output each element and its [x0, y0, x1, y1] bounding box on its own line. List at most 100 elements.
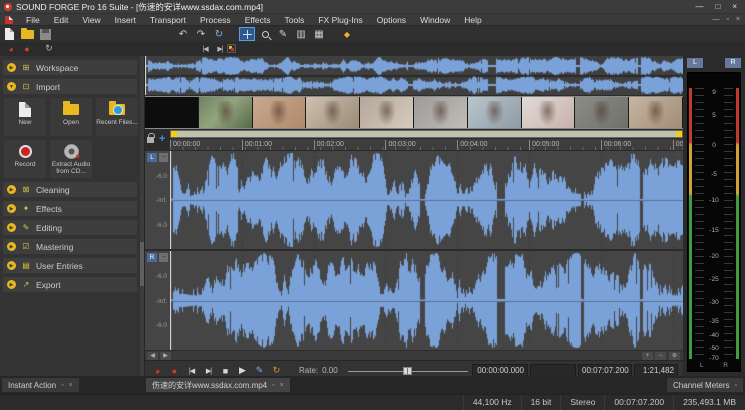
document-tab[interactable]: 伤速的安详www.ssdax.com.mp4 ▫ × — [146, 378, 290, 392]
video-thumbnail[interactable] — [629, 97, 683, 128]
magnify-tool-button[interactable] — [257, 27, 273, 41]
menu-item[interactable]: Transport — [143, 14, 193, 26]
doc-close-button[interactable]: × — [736, 14, 740, 25]
expand-arrow-icon[interactable]: ▶ — [7, 242, 16, 251]
video-thumbnail[interactable] — [468, 97, 522, 128]
video-thumbnail[interactable] — [253, 97, 307, 128]
left-channel: L – -6.0 -Inf. -6.0 — [145, 151, 683, 249]
status-item: Stereo — [560, 395, 604, 410]
record-action-tile[interactable]: Record — [4, 140, 46, 178]
menu-item[interactable]: Options — [370, 14, 413, 26]
repeat-button[interactable]: ↻ — [211, 27, 227, 41]
timeline-ruler[interactable]: 00:00:0000:01:0000:02:0000:03:0000:04:00… — [170, 139, 683, 151]
video-thumbnail[interactable] — [360, 97, 414, 128]
sidebar-section-editing[interactable]: ▶ ✎ Editing — [3, 220, 137, 235]
mixer-grid-icon[interactable] — [227, 44, 236, 53]
go-to-start-icon[interactable]: |◀ — [198, 42, 212, 55]
sidebar-section-export[interactable]: ▶ ↗ Export — [3, 277, 137, 292]
float-window-icon[interactable]: ▫ — [61, 382, 63, 389]
menu-item[interactable]: Process — [193, 14, 238, 26]
menu-item[interactable]: Edit — [47, 14, 76, 26]
scroll-left-button[interactable]: ◀ — [147, 352, 158, 360]
collapse-arrow-icon[interactable]: ▼ — [7, 82, 16, 91]
video-thumbnail[interactable] — [306, 97, 360, 128]
menu-item[interactable]: Help — [457, 14, 488, 26]
menu-item[interactable]: Window — [413, 14, 457, 26]
meter-bottom-label-right: R — [723, 362, 728, 369]
zoom-selection-button[interactable]: ⊕ — [669, 352, 680, 360]
undo-button[interactable]: ↶ — [175, 27, 191, 41]
meter-left-button[interactable]: L — [687, 58, 703, 68]
float-window-icon[interactable]: ▫ — [735, 382, 737, 389]
zoom-in-button[interactable]: + — [642, 352, 653, 360]
navigate-tool-button[interactable] — [239, 27, 255, 41]
sidebar-scrollbar[interactable] — [140, 56, 144, 376]
open-action-tile[interactable]: Open — [50, 98, 92, 136]
sidebar-section-mastering[interactable]: ▶ ☑ Mastering — [3, 239, 137, 254]
save-file-button[interactable] — [37, 27, 53, 41]
restore-button[interactable]: □ — [715, 0, 720, 13]
expand-arrow-icon[interactable]: ▶ — [7, 280, 16, 289]
left-channel-button[interactable]: L — [147, 153, 157, 162]
menu-item[interactable]: FX Plug-Ins — [311, 14, 369, 26]
sidebar-section-effects[interactable]: ▶ ✦ Effects — [3, 201, 137, 216]
rate-slider-handle[interactable] — [403, 367, 412, 375]
extract-audio-tile[interactable]: Extract Audio from CD... — [50, 140, 92, 178]
expand-arrow-icon[interactable]: ▶ — [7, 223, 16, 232]
sidebar-section-workspace[interactable]: ▶ ⊞ Workspace — [3, 60, 137, 75]
menu-item[interactable]: Insert — [108, 14, 143, 26]
minimize-button[interactable]: — — [695, 0, 703, 13]
close-button[interactable]: × — [732, 0, 737, 13]
video-thumbnail[interactable] — [414, 97, 468, 128]
lock-icon[interactable] — [147, 137, 154, 143]
recent-files-tile[interactable]: Recent Files... — [96, 98, 138, 136]
scroll-right-button[interactable]: ▶ — [160, 352, 171, 360]
menu-item[interactable]: Effects — [238, 14, 278, 26]
channel-minimize-button[interactable]: – — [159, 153, 168, 162]
video-thumbnail[interactable] — [145, 97, 199, 128]
cd-extract-icon — [64, 144, 79, 159]
expand-arrow-icon[interactable]: ▶ — [7, 204, 16, 213]
doc-minimize-button[interactable]: — — [712, 14, 719, 25]
video-thumbnail[interactable] — [522, 97, 576, 128]
mixer-tool-button[interactable]: ▥ — [293, 27, 309, 41]
focus-cross-icon[interactable]: + — [159, 133, 165, 145]
expand-arrow-icon[interactable]: ▶ — [7, 261, 16, 270]
channel-meters-tab[interactable]: Channel Meters ▫ — [667, 378, 743, 392]
sidebar-section-user-entries[interactable]: ▶ ▤ User Entries — [3, 258, 137, 273]
expand-arrow-icon[interactable]: ▶ — [7, 185, 16, 194]
video-thumbnail[interactable] — [575, 97, 629, 128]
waveform-overview-canvas[interactable] — [145, 56, 683, 95]
meter-right-button[interactable]: R — [725, 58, 741, 68]
open-file-button[interactable] — [19, 27, 35, 41]
record-options-icon[interactable]: ◕ — [4, 42, 18, 55]
menu-item[interactable]: View — [75, 14, 107, 26]
snap-tool-button[interactable]: ▦ — [311, 27, 327, 41]
doc-restore-button[interactable]: ▫ — [726, 14, 728, 25]
instant-action-tab[interactable]: Instant Action ▫ × — [2, 378, 79, 392]
float-window-icon[interactable]: ▫ — [272, 382, 274, 389]
new-action-tile[interactable]: New — [4, 98, 46, 136]
meter-scale-label: -20 — [688, 253, 740, 260]
redo-button[interactable]: ↷ — [193, 27, 209, 41]
left-channel-waveform[interactable] — [170, 151, 683, 249]
menu-item[interactable]: Tools — [278, 14, 312, 26]
new-file-button[interactable] — [1, 27, 17, 41]
loop-icon[interactable]: ↻ — [42, 42, 56, 55]
record-icon[interactable]: ● — [20, 42, 34, 55]
sidebar-section-import[interactable]: ▼ ⊡ Import — [3, 79, 137, 94]
sidebar-section-cleaning[interactable]: ▶ ⊠ Cleaning — [3, 182, 137, 197]
zoom-out-button[interactable]: − — [655, 352, 666, 360]
right-channel-waveform[interactable] — [170, 251, 683, 350]
close-tab-icon[interactable]: × — [280, 382, 284, 389]
expand-arrow-icon[interactable]: ▶ — [7, 63, 16, 72]
timeline-scrollbar[interactable] — [170, 130, 683, 138]
touch-tool-button[interactable]: ◆ — [339, 27, 355, 41]
go-to-end-icon[interactable]: ▶| — [213, 42, 227, 55]
right-channel-button[interactable]: R — [147, 253, 157, 262]
channel-minimize-button[interactable]: – — [159, 253, 168, 262]
close-tab-icon[interactable]: × — [69, 382, 73, 389]
menu-item[interactable]: File — [19, 14, 47, 26]
video-thumbnail[interactable] — [199, 97, 253, 128]
pencil-tool-button[interactable]: ✎ — [275, 27, 291, 41]
